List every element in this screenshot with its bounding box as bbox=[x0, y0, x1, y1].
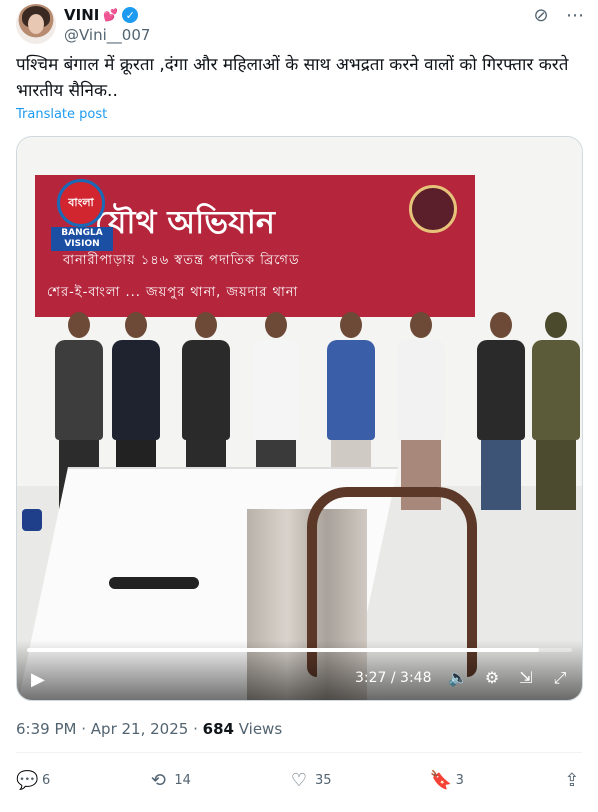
reply-count: 6 bbox=[42, 772, 51, 788]
logo-line1: BANGLA bbox=[61, 228, 103, 238]
logo-circle-icon: বাংলা bbox=[57, 179, 105, 227]
views-count: 684 bbox=[202, 720, 234, 738]
tweet-meta: 6:39 PM · Apr 21, 2025 · 684 Views bbox=[16, 720, 283, 738]
banner-title: যৌথ অভিযান bbox=[95, 203, 275, 241]
heart-icon: ♡ bbox=[290, 769, 308, 791]
grok-icon[interactable]: ⊘ bbox=[530, 4, 552, 26]
tweet-text: पश्चिम बंगाल में क्रूरता ,दंगा और महिलाओ… bbox=[16, 55, 569, 101]
logo-text: BANGLA VISION bbox=[51, 227, 113, 251]
reply-button[interactable]: 💬 6 bbox=[16, 770, 50, 791]
verified-badge-icon[interactable]: ✓ bbox=[122, 7, 139, 23]
video-progress-bar[interactable] bbox=[27, 648, 572, 652]
settings-icon[interactable]: ⚙ bbox=[482, 668, 502, 688]
action-bar: 💬 6 ⟲ 14 ♡ 35 🔖 3 ⇪ bbox=[16, 768, 582, 792]
person-figure bbox=[397, 312, 445, 510]
repost-count: 14 bbox=[174, 772, 191, 788]
translate-post-link[interactable]: Translate post bbox=[16, 107, 107, 122]
banner-line2: শের-ই-বাংলা ... জয়পুর থানা, জয়দার থানা bbox=[47, 285, 299, 300]
video-player[interactable]: যৌথ অভিযান বানারীপাড়ায় ১৪৬ স্বতন্ত্র প… bbox=[16, 136, 583, 701]
banner-line1: বানারীপাড়ায় ১৪৬ স্বতন্ত্র পদাতিক ব্রিগ… bbox=[63, 253, 300, 268]
heart-emoji: 💕 bbox=[103, 8, 119, 22]
more-icon[interactable]: ⋯ bbox=[564, 4, 586, 26]
meta-separator: · bbox=[193, 720, 198, 738]
bookmark-icon: 🔖 bbox=[429, 769, 453, 791]
views-label: Views bbox=[238, 720, 283, 738]
person-figure bbox=[477, 312, 525, 510]
video-time: 3:27 / 3:48 bbox=[355, 670, 432, 686]
bookmark-count: 3 bbox=[455, 772, 464, 788]
share-button[interactable]: ⇪ bbox=[562, 770, 582, 791]
volume-icon[interactable]: 🔈 bbox=[448, 668, 468, 688]
tweet-date[interactable]: Apr 21, 2025 bbox=[91, 720, 189, 738]
logo-line2: VISION bbox=[64, 239, 100, 249]
name-row: VINI 💕 ✓ bbox=[64, 6, 139, 24]
avatar-face bbox=[28, 14, 44, 34]
microphone2-icon bbox=[22, 509, 42, 531]
video-frame: যৌথ অভিযান বানারীপাড়ায় ১৪৬ স্বতন্ত্র প… bbox=[17, 137, 582, 700]
progress-fill bbox=[27, 648, 540, 652]
divider bbox=[16, 752, 582, 753]
like-count: 35 bbox=[314, 772, 332, 788]
video-control-icons: 🔈 ⚙ ⇲ ⤢ bbox=[448, 668, 570, 688]
avatar[interactable] bbox=[16, 4, 56, 44]
fullscreen-icon[interactable]: ⤢ bbox=[550, 668, 570, 688]
repost-button[interactable]: ⟲ 14 bbox=[148, 770, 191, 791]
army-emblem-icon bbox=[409, 185, 457, 233]
bangla-vision-logo: বাংলা BANGLA VISION bbox=[51, 179, 113, 251]
user-handle[interactable]: @Vini__007 bbox=[64, 26, 150, 44]
display-name[interactable]: VINI bbox=[64, 6, 99, 24]
share-icon: ⇪ bbox=[564, 769, 580, 791]
like-button[interactable]: ♡ 35 bbox=[289, 770, 332, 791]
pop-out-icon[interactable]: ⇲ bbox=[516, 668, 536, 688]
reply-icon: 💬 bbox=[16, 769, 39, 791]
repost-icon: ⟲ bbox=[150, 769, 166, 791]
tweet-time[interactable]: 6:39 PM bbox=[16, 720, 76, 738]
play-icon[interactable]: ▶ bbox=[31, 669, 45, 690]
microphone-icon bbox=[109, 577, 199, 589]
top-icons: ⊘ ⋯ bbox=[530, 4, 586, 26]
bookmark-button[interactable]: 🔖 3 bbox=[430, 770, 464, 791]
soldier-figure bbox=[532, 312, 580, 510]
tweet-header: VINI 💕 ✓ @Vini__007 ⊘ ⋯ bbox=[16, 4, 586, 44]
